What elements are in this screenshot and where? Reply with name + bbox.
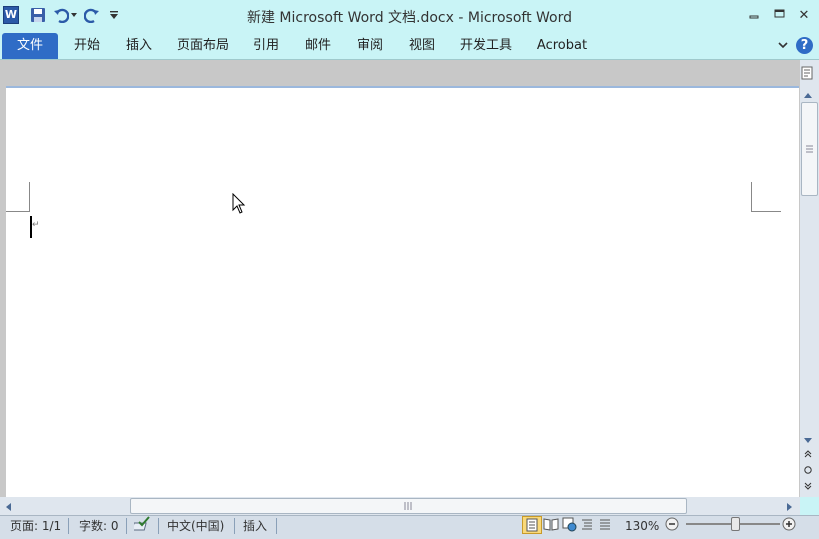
status-bar bbox=[0, 515, 819, 539]
close-button[interactable]: ✕ bbox=[793, 8, 815, 24]
crop-mark-right-vertical bbox=[751, 182, 752, 212]
paragraph-mark: ↵ bbox=[32, 220, 40, 230]
tab-file[interactable]: 文件 bbox=[2, 33, 58, 59]
restore-icon bbox=[774, 9, 784, 18]
print-layout-icon bbox=[526, 518, 538, 532]
crop-mark-left-vertical bbox=[29, 182, 30, 212]
ruler-toggle-icon[interactable] bbox=[801, 66, 817, 82]
book-icon bbox=[543, 518, 559, 531]
restore-button[interactable] bbox=[768, 8, 790, 24]
window-title: 新建 Microsoft Word 文档.docx - Microsoft Wo… bbox=[246, 10, 573, 26]
insert-mode-indicator[interactable]: 插入 bbox=[243, 518, 267, 534]
mouse-pointer-icon bbox=[232, 192, 246, 215]
vertical-scroll-thumb[interactable] bbox=[801, 102, 818, 196]
status-divider bbox=[126, 518, 127, 534]
crop-mark-right-horizontal bbox=[751, 211, 781, 212]
tab-insert[interactable]: 插入 bbox=[118, 33, 160, 59]
status-divider bbox=[234, 518, 235, 534]
minimize-button[interactable] bbox=[743, 8, 765, 24]
document-page[interactable] bbox=[6, 86, 799, 499]
page-count[interactable]: 页面: 1/1 bbox=[10, 518, 61, 534]
scroll-up-icon[interactable] bbox=[803, 88, 815, 98]
tab-view[interactable]: 视图 bbox=[401, 33, 443, 59]
tab-home[interactable]: 开始 bbox=[66, 33, 108, 59]
web-layout-icon bbox=[562, 517, 577, 532]
zoom-slider-thumb[interactable] bbox=[731, 517, 740, 531]
tab-review[interactable]: 审阅 bbox=[349, 33, 391, 59]
minimize-icon bbox=[749, 15, 759, 19]
zoom-in-button[interactable] bbox=[782, 517, 796, 531]
print-layout-view-button[interactable] bbox=[522, 516, 542, 534]
grip-icon bbox=[806, 145, 813, 153]
tab-page-layout[interactable]: 页面布局 bbox=[173, 33, 233, 59]
tab-references[interactable]: 引用 bbox=[245, 33, 287, 59]
proofing-icon[interactable] bbox=[131, 516, 154, 534]
zoom-out-icon bbox=[665, 517, 679, 531]
outline-icon bbox=[582, 519, 592, 530]
word-count[interactable]: 字数: 0 bbox=[79, 518, 119, 534]
tab-developer[interactable]: 开发工具 bbox=[455, 33, 517, 59]
zoom-level[interactable]: 130% bbox=[625, 518, 659, 534]
next-page-icon[interactable] bbox=[803, 480, 815, 492]
tab-acrobat[interactable]: Acrobat bbox=[532, 33, 592, 59]
scroll-down-icon[interactable] bbox=[803, 434, 815, 444]
help-icon[interactable]: ? bbox=[796, 37, 813, 54]
draft-icon bbox=[600, 519, 610, 530]
crop-mark-left-horizontal bbox=[6, 211, 30, 212]
full-screen-reading-button[interactable] bbox=[543, 516, 561, 534]
close-icon: ✕ bbox=[798, 8, 810, 23]
scroll-right-icon[interactable] bbox=[786, 501, 796, 511]
status-divider bbox=[276, 518, 277, 534]
web-layout-button[interactable] bbox=[561, 516, 579, 534]
minimize-ribbon-icon[interactable] bbox=[777, 39, 791, 53]
select-browse-object-icon[interactable] bbox=[803, 464, 815, 476]
grip-icon bbox=[404, 502, 412, 510]
zoom-out-button[interactable] bbox=[665, 517, 679, 531]
scroll-left-icon[interactable] bbox=[4, 501, 14, 511]
previous-page-icon[interactable] bbox=[803, 448, 815, 460]
horizontal-scroll-thumb[interactable] bbox=[130, 498, 687, 514]
outline-view-button[interactable] bbox=[579, 516, 597, 534]
language-indicator[interactable]: 中文(中国) bbox=[167, 518, 224, 534]
status-divider bbox=[68, 518, 69, 534]
tab-mailings[interactable]: 邮件 bbox=[297, 33, 339, 59]
status-divider bbox=[158, 518, 159, 534]
draft-view-button[interactable] bbox=[597, 516, 615, 534]
zoom-in-icon bbox=[782, 517, 796, 531]
